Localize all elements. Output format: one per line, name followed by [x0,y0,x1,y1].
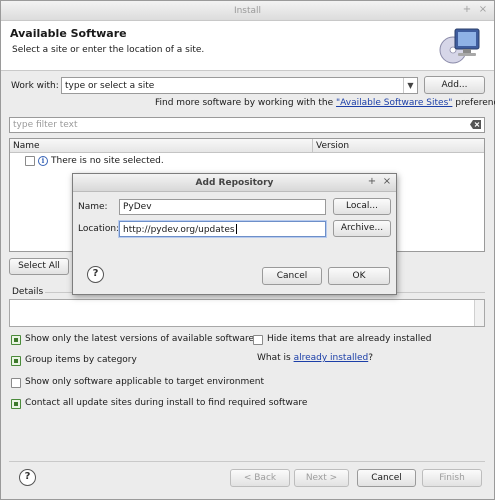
window-title: Install [233,6,262,16]
text-caret [235,224,237,234]
cancel-button[interactable]: Cancel [357,469,416,487]
latest-versions-checkbox[interactable] [11,335,21,345]
info-icon: i [38,156,48,166]
group-by-category-label: Group items by category [25,355,137,365]
dialog-title: Add Repository [195,178,274,188]
next-button[interactable]: Next > [294,469,349,487]
work-with-label: Work with: [11,81,59,91]
column-header-name[interactable]: Name [13,141,40,151]
dialog-titlebar[interactable]: Add Repository + × [73,174,396,192]
filter-placeholder: type filter text [13,120,78,130]
filter-input[interactable]: type filter text [9,117,485,133]
contact-sites-label: Contact all update sites during install … [25,398,308,408]
available-software-sites-link[interactable]: "Available Software Sites" [336,98,452,108]
details-text-area[interactable] [9,299,485,327]
name-field[interactable]: PyDev [119,199,326,215]
select-all-button[interactable]: Select All [9,258,69,275]
location-label: Location: [78,224,120,234]
wizard-banner: Available Software Select a site or ente… [1,21,494,71]
install-monitor-icon [439,28,480,64]
already-installed-link[interactable]: already installed [294,353,369,363]
location-field-value: http://pydev.org/updates [123,225,235,235]
local-button[interactable]: Local... [333,198,391,215]
window-titlebar[interactable]: Install + × [1,1,494,21]
location-field[interactable]: http://pydev.org/updates [119,221,326,237]
finish-button[interactable]: Finish [422,469,482,487]
archive-button[interactable]: Archive... [333,220,391,237]
find-more-text: Find more software by working with the "… [155,98,495,108]
install-window: Install + × Available Software Select a … [0,0,495,500]
table-row[interactable]: i There is no site selected. [10,155,484,168]
hide-installed-label: Hide items that are already installed [267,334,432,344]
minimize-icon[interactable]: + [461,4,473,16]
row-name: There is no site selected. [51,156,164,166]
name-field-value: PyDev [123,202,152,212]
page-title: Available Software [10,27,127,40]
details-label: Details [12,287,44,297]
help-icon[interactable]: ? [19,469,36,486]
column-header-version[interactable]: Version [316,141,349,151]
add-site-button[interactable]: Add... [424,76,485,94]
work-with-combo[interactable]: type or select a site ▼ [61,77,418,94]
dialog-help-icon[interactable]: ? [87,266,104,283]
add-repository-dialog: Add Repository + × Name: PyDev Local... … [72,173,397,295]
dialog-close-icon[interactable]: × [381,176,393,188]
name-label: Name: [78,202,108,212]
group-by-category-checkbox[interactable] [11,356,21,366]
close-icon[interactable]: × [477,4,489,16]
contact-sites-checkbox[interactable] [11,399,21,409]
dialog-ok-button[interactable]: OK [328,267,390,285]
row-checkbox[interactable] [25,156,35,166]
table-header: Name Version [10,139,484,153]
clear-filter-icon[interactable] [470,120,481,129]
chevron-down-icon[interactable]: ▼ [403,78,417,93]
hide-installed-checkbox[interactable] [253,335,263,345]
page-subtitle: Select a site or enter the location of a… [12,45,205,55]
dialog-minimize-icon[interactable]: + [366,176,378,188]
target-env-checkbox[interactable] [11,378,21,388]
work-with-value: type or select a site [65,81,155,91]
target-env-label: Show only software applicable to target … [25,377,265,387]
column-separator [312,139,313,153]
back-button[interactable]: < Back [230,469,290,487]
latest-versions-label: Show only the latest versions of availab… [25,334,255,344]
dialog-cancel-button[interactable]: Cancel [262,267,322,285]
footer-divider [9,461,485,462]
what-is-installed-text: What is already installed? [257,353,374,363]
details-scrollbar[interactable] [474,300,484,326]
